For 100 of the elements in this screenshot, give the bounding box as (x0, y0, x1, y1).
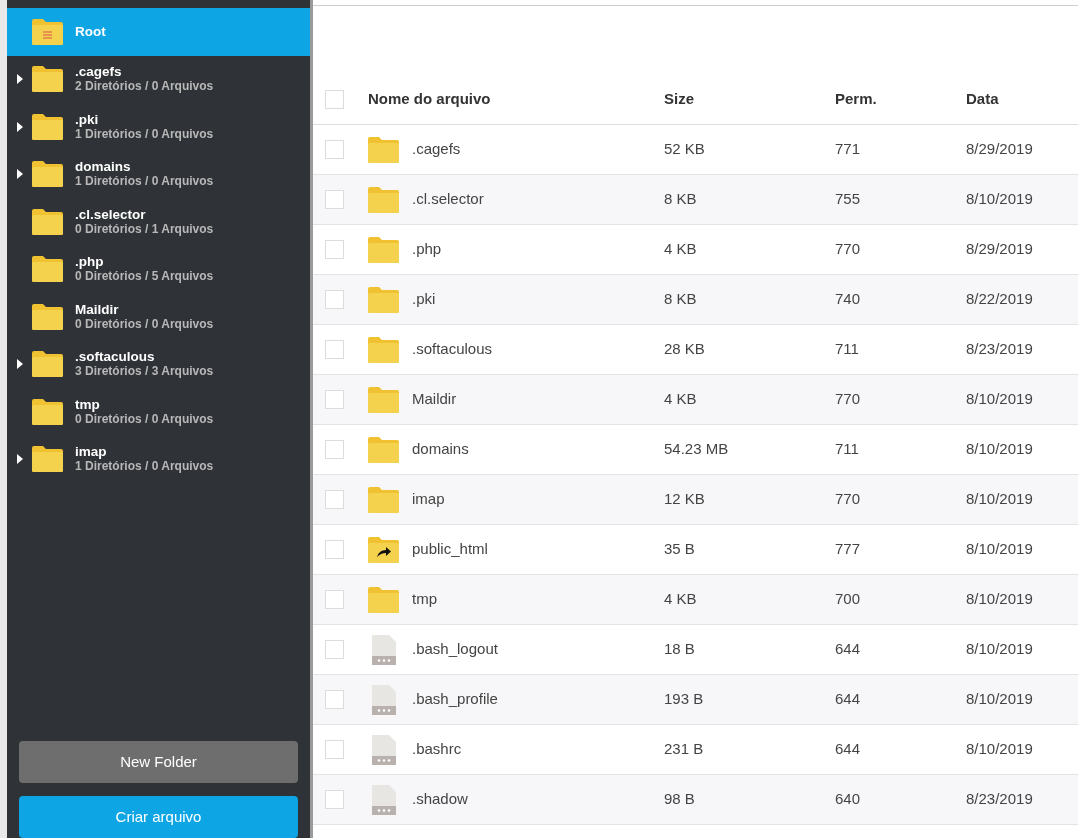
checkbox[interactable] (325, 690, 344, 709)
table-row[interactable]: imap 12 KB 770 8/10/2019 (313, 475, 1078, 525)
file-date: 8/10/2019 (966, 439, 1034, 460)
checkbox[interactable] (325, 240, 344, 259)
table-row[interactable]: .bash_profile 193 B 644 8/10/2019 (313, 675, 1078, 725)
folder-name: domains (75, 159, 132, 175)
expand-arrow-icon[interactable] (16, 359, 23, 370)
file-date: 8/10/2019 (966, 539, 1034, 560)
new-folder-button[interactable]: New Folder (19, 741, 298, 783)
tree-item[interactable]: Maildir 0 Diretórios / 0 Arquivos (7, 293, 310, 341)
checkbox[interactable] (325, 590, 344, 609)
file-date: 8/10/2019 (966, 189, 1034, 210)
file-name: .bashrc (412, 739, 463, 760)
folder-name: .cagefs (75, 64, 123, 80)
file-icon (372, 634, 396, 665)
file-size: 193 B (664, 689, 705, 710)
file-permissions: 644 (835, 739, 862, 760)
folder-icon (32, 446, 63, 473)
file-name: .cl.selector (412, 189, 485, 210)
folder-info: 1 Diretórios / 0 Arquivos (75, 126, 214, 142)
panel-splitter[interactable] (310, 0, 313, 838)
file-size: 8 KB (664, 189, 698, 210)
file-name: domains (412, 439, 470, 460)
expand-arrow-icon[interactable] (16, 169, 23, 180)
file-size: 4 KB (664, 239, 698, 260)
column-header[interactable]: Data (966, 88, 1078, 111)
file-size: 35 B (664, 539, 696, 560)
file-permissions: 770 (835, 489, 862, 510)
file-permissions: 700 (835, 589, 862, 610)
checkbox[interactable] (325, 790, 344, 809)
file-size: 28 KB (664, 339, 706, 360)
file-date: 8/10/2019 (966, 639, 1034, 660)
folder-icon (368, 386, 399, 413)
folder-name: imap (75, 444, 108, 460)
table-row[interactable]: .cl.selector 8 KB 755 8/10/2019 (313, 175, 1078, 225)
file-permissions: 777 (835, 539, 862, 560)
tree-item[interactable]: domains 1 Diretórios / 0 Arquivos (7, 150, 310, 198)
file-permissions: 640 (835, 789, 862, 810)
checkbox[interactable] (325, 340, 344, 359)
file-size: 12 KB (664, 489, 706, 510)
checkbox[interactable] (325, 390, 344, 409)
column-header[interactable]: Perm. (835, 88, 966, 111)
file-size: 4 KB (664, 389, 698, 410)
file-date: 8/22/2019 (966, 289, 1034, 310)
checkbox[interactable] (325, 440, 344, 459)
checkbox[interactable] (325, 290, 344, 309)
file-date: 8/23/2019 (966, 339, 1034, 360)
file-name: imap (412, 489, 446, 510)
folder-name: tmp (75, 396, 101, 412)
file-size: 54.23 MB (664, 439, 730, 460)
table-row[interactable]: tmp 4 KB 700 8/10/2019 (313, 575, 1078, 625)
tree-item[interactable]: .cl.selector 0 Diretórios / 1 Arquivos (7, 198, 310, 246)
folder-icon (32, 161, 63, 188)
column-header[interactable]: Size (664, 88, 835, 111)
table-row[interactable]: .shadow 98 B 640 8/23/2019 (313, 775, 1078, 825)
file-permissions: 644 (835, 639, 862, 660)
file-date: 8/29/2019 (966, 139, 1034, 160)
tree-item[interactable]: imap 1 Diretórios / 0 Arquivos (7, 435, 310, 483)
file-name: .shadow (412, 789, 469, 810)
checkbox[interactable] (325, 190, 344, 209)
table-row[interactable]: Maildir 4 KB 770 8/10/2019 (313, 375, 1078, 425)
checkbox[interactable] (325, 740, 344, 759)
expand-arrow-icon[interactable] (16, 74, 23, 85)
file-icon (372, 784, 396, 815)
folder-icon (368, 186, 399, 213)
folder-info: 0 Diretórios / 1 Arquivos (75, 221, 214, 237)
checkbox[interactable] (325, 540, 344, 559)
checkbox[interactable] (325, 90, 344, 109)
folder-icon (32, 303, 63, 330)
file-permissions: 770 (835, 239, 862, 260)
file-name: public_html (412, 539, 489, 560)
expand-arrow-icon[interactable] (16, 121, 23, 132)
folder-info: 1 Diretórios / 0 Arquivos (75, 459, 214, 475)
checkbox[interactable] (325, 640, 344, 659)
shortcut-folder-icon (368, 536, 399, 563)
checkbox[interactable] (325, 140, 344, 159)
tree-item[interactable]: .pki 1 Diretórios / 0 Arquivos (7, 103, 310, 151)
expand-arrow-icon[interactable] (16, 454, 23, 465)
folder-icon (32, 256, 63, 283)
folder-icon (368, 236, 399, 263)
folder-icon (32, 351, 63, 378)
checkbox[interactable] (325, 490, 344, 509)
tree-item[interactable]: .cagefs 2 Diretórios / 0 Arquivos (7, 55, 310, 103)
file-size: 8 KB (664, 289, 698, 310)
file-name: Maildir (412, 389, 458, 410)
folder-info: 1 Diretórios / 0 Arquivos (75, 174, 214, 190)
folder-icon (32, 398, 63, 425)
table-row[interactable]: .pki 8 KB 740 8/22/2019 (313, 275, 1078, 325)
folder-icon (368, 586, 399, 613)
tree-item[interactable]: .softaculous 3 Diretórios / 3 Arquivos (7, 340, 310, 388)
tree-item[interactable]: .php 0 Diretórios / 5 Arquivos (7, 245, 310, 293)
folder-name: .softaculous (75, 349, 156, 365)
folder-name: .cl.selector (75, 206, 147, 222)
root-folder-icon (32, 18, 63, 45)
file-date: 8/10/2019 (966, 489, 1034, 510)
tree-item[interactable]: tmp 0 Diretórios / 0 Arquivos (7, 388, 310, 436)
folder-name: .php (75, 254, 105, 270)
column-header[interactable]: Nome do arquivo (368, 88, 664, 111)
file-permissions: 770 (835, 389, 862, 410)
file-permissions: 740 (835, 289, 862, 310)
